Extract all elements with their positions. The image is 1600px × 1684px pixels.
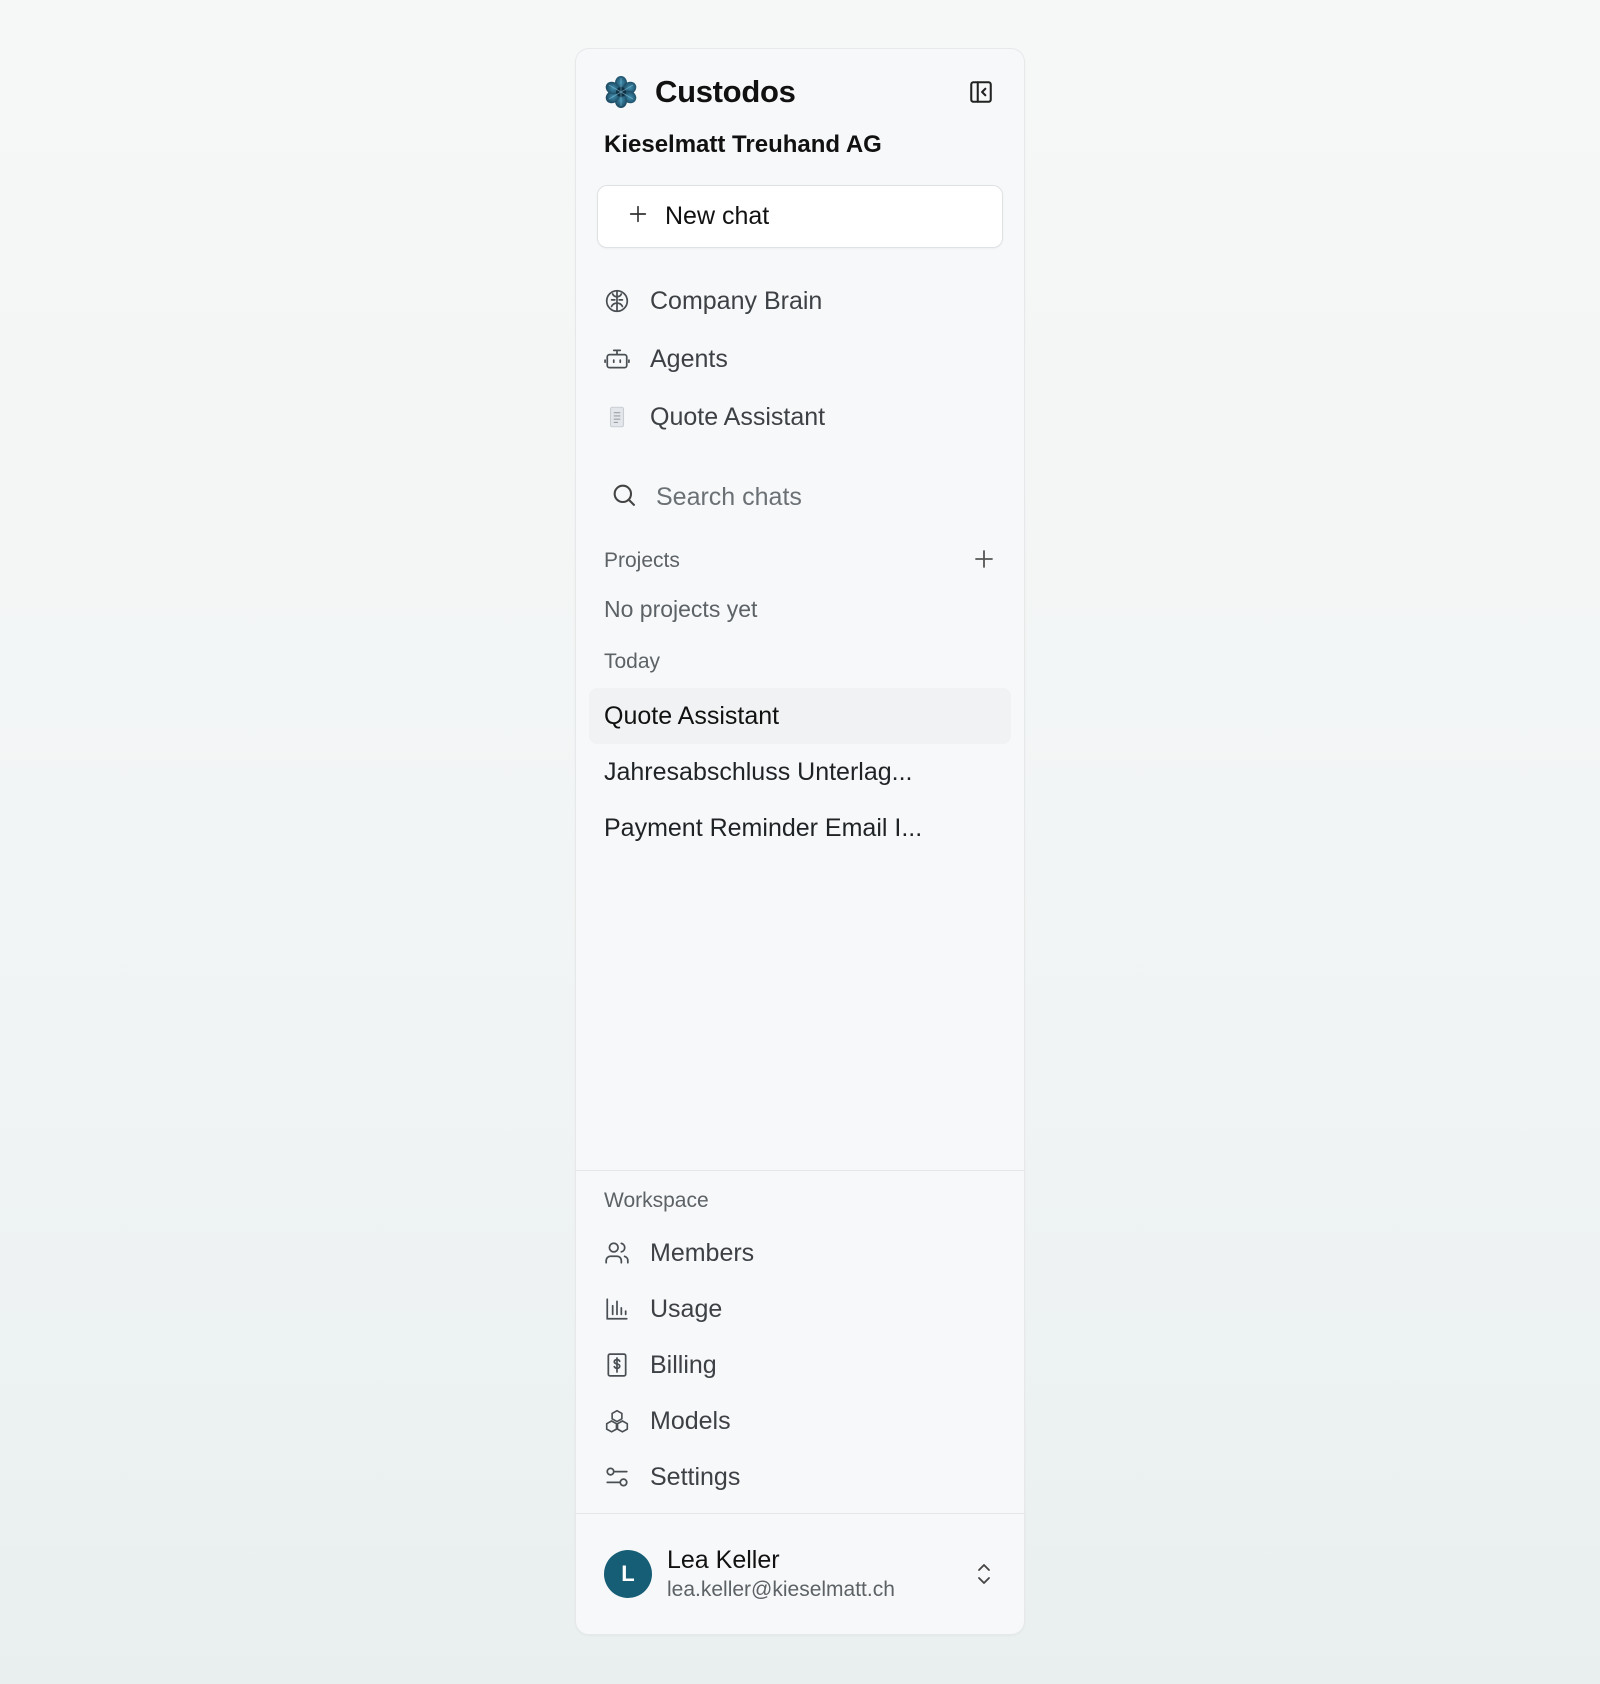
chat-history-list: Quote Assistant Jahresabschluss Unterlag…	[576, 688, 1024, 856]
history-group-label: Today	[604, 650, 661, 673]
search-placeholder: Search chats	[656, 482, 802, 511]
bot-icon	[604, 346, 630, 372]
user-email: lea.keller@kieselmatt.ch	[667, 1578, 895, 1601]
sidebar-header: Custodos	[576, 49, 1024, 113]
plus-icon	[975, 549, 993, 568]
workspace-item-label: Models	[650, 1406, 731, 1435]
nav-item-quote-assistant[interactable]: Quote Assistant	[604, 388, 996, 446]
user-info: Lea Keller lea.keller@kieselmatt.ch	[667, 1546, 957, 1602]
nav-item-company-brain[interactable]: Company Brain	[604, 272, 996, 330]
new-chat-label: New chat	[665, 202, 770, 230]
sliders-icon	[604, 1464, 630, 1490]
nav-item-label: Agents	[650, 344, 728, 373]
projects-header: Projects	[576, 536, 1024, 586]
workspace-section: Workspace Members Usage Billing Models S…	[576, 1171, 1024, 1513]
workspace-nav: Members Usage Billing Models Settings	[576, 1225, 1024, 1505]
chevrons-up-down-icon	[972, 1559, 996, 1589]
workspace-item-settings[interactable]: Settings	[604, 1449, 996, 1505]
primary-nav: Company Brain Agents Quote Assistant	[576, 272, 1024, 446]
workspace-item-label: Usage	[650, 1294, 723, 1323]
add-project-button[interactable]	[972, 547, 996, 576]
custodos-logo-icon	[604, 75, 638, 109]
workspace-item-label: Settings	[650, 1462, 741, 1491]
sidebar: Custodos Kieselmatt Treuhand AG New chat	[575, 48, 1025, 1635]
projects-empty-text: No projects yet	[604, 596, 758, 622]
search-icon	[610, 481, 638, 514]
avatar: L	[604, 1550, 652, 1598]
workspace-item-billing[interactable]: Billing	[604, 1337, 996, 1393]
plus-icon	[627, 203, 649, 230]
nav-item-label: Company Brain	[650, 286, 823, 315]
workspace-item-usage[interactable]: Usage	[604, 1281, 996, 1337]
collapse-sidebar-button[interactable]	[966, 77, 996, 107]
chat-item[interactable]: Quote Assistant	[589, 688, 1011, 744]
panel-left-close-icon	[970, 81, 992, 103]
workspace-item-models[interactable]: Models	[604, 1393, 996, 1449]
workspace-item-label: Billing	[650, 1350, 717, 1379]
nav-item-label: Quote Assistant	[650, 402, 826, 431]
projects-label: Projects	[604, 549, 680, 572]
nav-item-agents[interactable]: Agents	[604, 330, 996, 388]
app-name: Custodos	[655, 74, 796, 109]
brand[interactable]: Custodos	[604, 74, 796, 110]
receipt-dollar-icon	[604, 1352, 630, 1378]
user-name: Lea Keller	[667, 1546, 780, 1574]
workspace-item-label: Members	[650, 1238, 755, 1267]
organization-name[interactable]: Kieselmatt Treuhand AG	[576, 113, 1024, 159]
bar-chart-icon	[604, 1296, 630, 1322]
brain-icon	[604, 288, 630, 314]
workspace-item-members[interactable]: Members	[604, 1225, 996, 1281]
new-chat-button[interactable]: New chat	[597, 185, 1003, 248]
users-icon	[604, 1240, 630, 1266]
user-menu-button[interactable]: L Lea Keller lea.keller@kieselmatt.ch	[576, 1514, 1024, 1634]
chat-item[interactable]: Payment Reminder Email I...	[589, 800, 1011, 856]
workspace-label: Workspace	[604, 1189, 709, 1212]
search-chats-input[interactable]: Search chats	[576, 468, 1024, 526]
document-icon	[604, 404, 630, 430]
cubes-icon	[604, 1408, 630, 1434]
chat-item[interactable]: Jahresabschluss Unterlag...	[589, 744, 1011, 800]
